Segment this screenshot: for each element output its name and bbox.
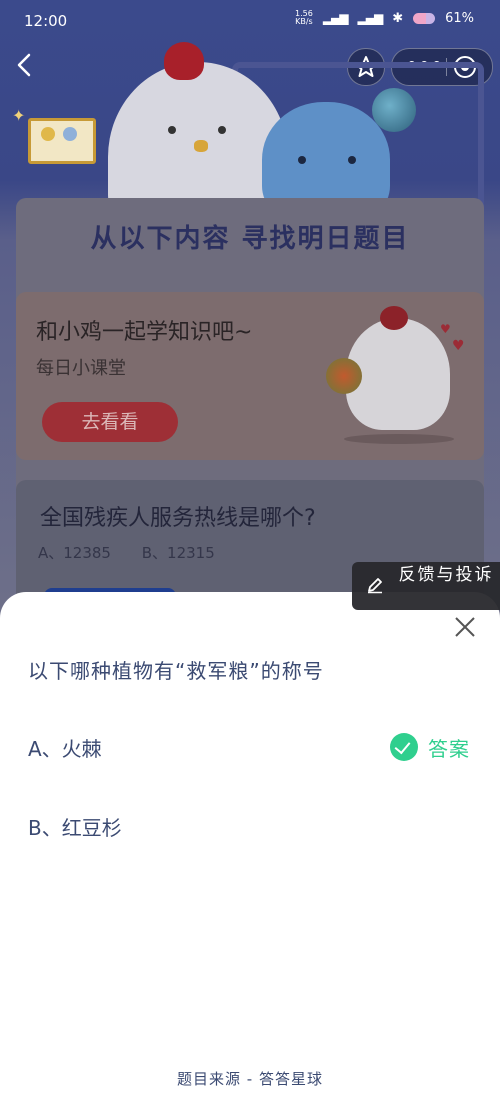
check-circle-icon: [390, 733, 418, 761]
promo-go-button[interactable]: 去看看: [42, 402, 178, 442]
signal-icon-2: ▂▄▆: [357, 11, 384, 25]
feedback-label: 反馈与投诉: [398, 565, 494, 585]
option-b[interactable]: B、红豆杉: [28, 812, 122, 841]
chevron-left-icon[interactable]: [12, 50, 36, 80]
battery-icon: [413, 12, 436, 24]
network-speed-unit: KB/s: [295, 17, 313, 26]
answer-label: 答案: [428, 736, 470, 761]
quiz-option-b[interactable]: B、12315: [142, 544, 215, 562]
chick-comb: [164, 42, 204, 80]
heart-icon: ♥: [440, 322, 451, 336]
heart-icon: ♥: [452, 338, 465, 354]
feedback-button[interactable]: 反馈与投诉: [352, 562, 500, 610]
quiz-question: 全国残疾人服务热线是哪个?: [40, 506, 316, 531]
panel-title: 从以下内容 寻找明日题目: [90, 224, 410, 254]
chick-eye-right: [218, 126, 226, 134]
close-icon[interactable]: [454, 616, 476, 638]
promo-subtitle: 每日小课堂: [36, 358, 126, 379]
status-indicators: 1.56 KB/s ▂▄▆ ▂▄▆ ✱ 61%: [295, 10, 474, 26]
blue-mascot-eye-right: [348, 156, 356, 164]
chick-shadow: [344, 434, 454, 444]
quiz-options: A、12385 B、12315: [38, 542, 215, 563]
blue-mascot-eye-left: [298, 156, 306, 164]
question-source: 题目来源 - 答答星球: [177, 1070, 323, 1088]
sparkle-icon: ✦: [12, 106, 26, 125]
bouquet-illustration: [326, 358, 362, 394]
sheet-question: 以下哪种植物有“救军粮”的称号: [28, 659, 324, 683]
answer-badge: 答案: [390, 732, 470, 762]
network-speed: 1.56 KB/s: [295, 10, 313, 26]
chick-eye-left: [168, 126, 176, 134]
promo-title: 和小鸡一起学知识吧~: [36, 320, 253, 345]
small-chick-comb: [380, 306, 408, 330]
status-time: 12:00: [24, 12, 68, 30]
wifi-icon: ✱: [392, 10, 404, 26]
medal-frame-illustration: [28, 118, 96, 164]
pen-icon: [368, 578, 382, 594]
signal-icon: ▂▄▆: [322, 11, 349, 25]
quiz-option-a[interactable]: A、12385: [38, 544, 111, 562]
chick-beak: [194, 140, 208, 152]
status-bar: 12:00 1.56 KB/s ▂▄▆ ▂▄▆ ✱ 61%: [0, 0, 500, 44]
option-a[interactable]: A、火棘: [28, 733, 102, 762]
battery-level: 61%: [445, 10, 474, 26]
